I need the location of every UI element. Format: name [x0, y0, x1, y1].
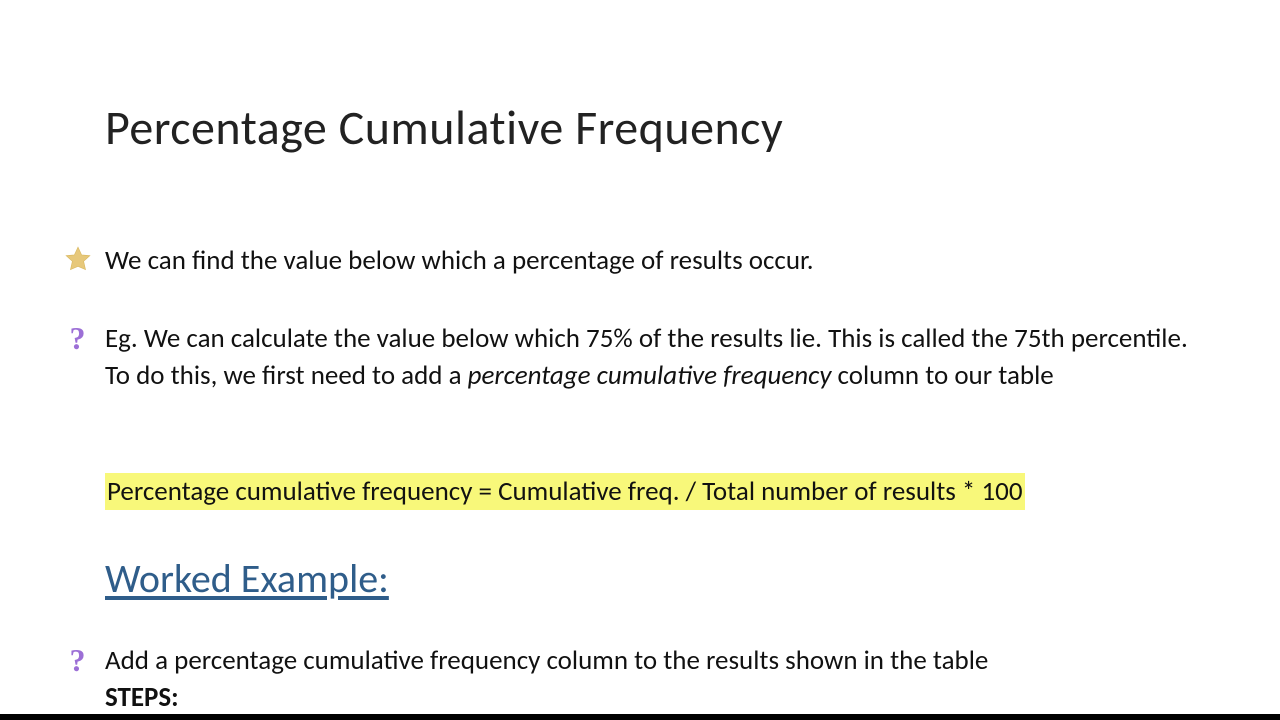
steps-label: STEPS: — [105, 681, 179, 714]
spacer — [50, 473, 105, 475]
bullet-row-question-2: ? Add a percentage cumulative frequency … — [50, 642, 1240, 717]
bullet-text-2: Eg. We can calculate the value below whi… — [105, 320, 1240, 395]
question-icon: ? — [50, 642, 105, 676]
bullet-row-star: We can find the value below which a perc… — [50, 242, 1240, 279]
worked-example-heading: Worked Example: — [105, 554, 389, 603]
slide-title: Percentage Cumulative Frequency — [105, 98, 783, 157]
instruction-pre: To do this, we first need to add a — [105, 359, 468, 392]
star-icon — [50, 242, 105, 274]
question-icon: ? — [50, 320, 105, 354]
bullet-text-5: Add a percentage cumulative frequency co… — [105, 642, 1240, 717]
worked-example-heading-wrap: Worked Example: — [105, 551, 1240, 606]
bullet-row-question-1: ? Eg. We can calculate the value below w… — [50, 320, 1240, 395]
instruction-post: column to our table — [831, 359, 1053, 392]
example-sentence: Eg. We can calculate the value below whi… — [105, 322, 1188, 355]
worked-example-row: Worked Example: — [50, 551, 1240, 606]
formula-text: Percentage cumulative frequency = Cumula… — [105, 473, 1240, 510]
bullet-text-1: We can find the value below which a perc… — [105, 242, 1240, 279]
bottom-bar — [0, 714, 1280, 720]
task-instruction: Add a percentage cumulative frequency co… — [105, 644, 988, 677]
formula-highlight: Percentage cumulative frequency = Cumula… — [105, 473, 1025, 510]
formula-row: Percentage cumulative frequency = Cumula… — [50, 473, 1240, 510]
instruction-italic: percentage cumulative frequency — [468, 359, 832, 392]
slide: Percentage Cumulative Frequency We can f… — [0, 0, 1280, 720]
spacer — [50, 551, 105, 553]
